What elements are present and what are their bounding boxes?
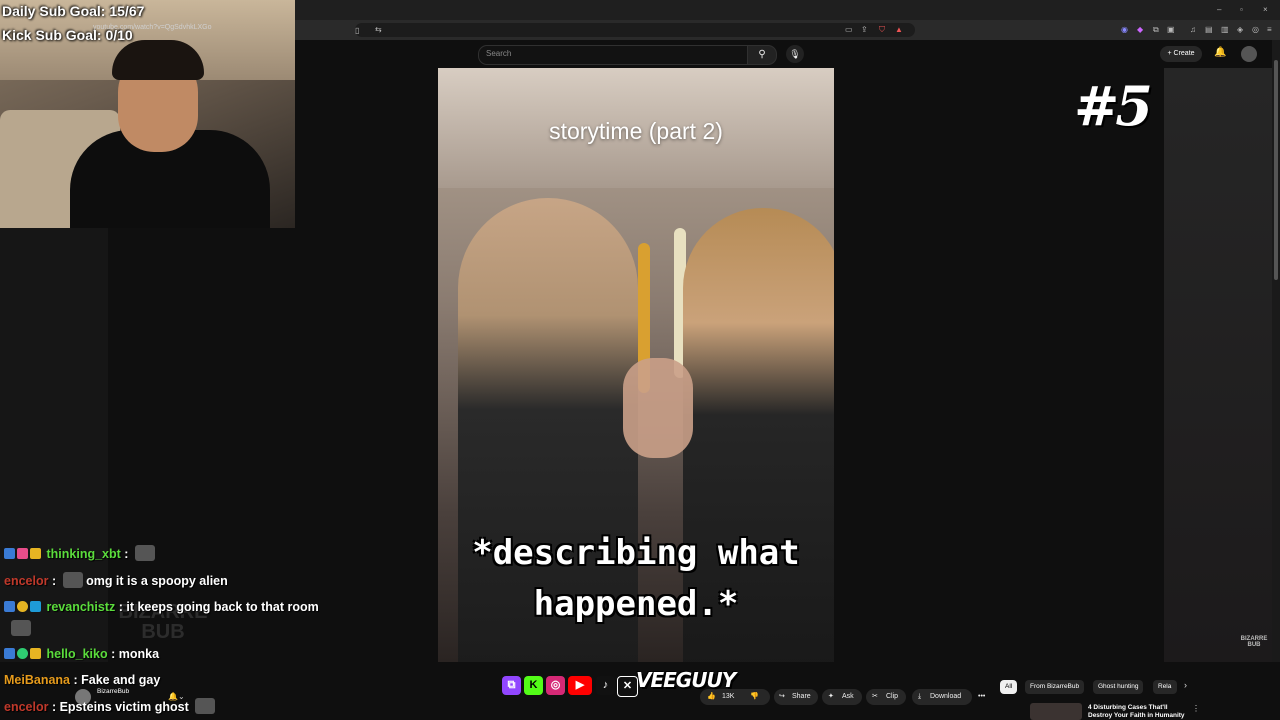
channel-watermark: BIZARRE BUB bbox=[1240, 636, 1268, 648]
brave-rewards-icon[interactable]: ▲ bbox=[895, 25, 903, 35]
twitch-icon: ⧉ bbox=[502, 676, 521, 695]
kick-icon: K bbox=[524, 676, 543, 695]
chat-message: encelor : omg it is a spoopy alien bbox=[4, 572, 228, 588]
url-text[interactable]: youtube.com/watch?v=QgSdvhkLXGo bbox=[93, 24, 211, 31]
share-icon: ↪ bbox=[779, 693, 785, 700]
chat-username[interactable]: revanchistz bbox=[46, 600, 115, 614]
sidebar-icon[interactable]: ▣ bbox=[1167, 25, 1175, 35]
bookmark-icon[interactable]: ▯ bbox=[355, 26, 359, 36]
chat-username[interactable]: encelor bbox=[4, 574, 48, 588]
window-titlebar: – ▫ × bbox=[295, 0, 1280, 20]
mic-icon[interactable]: 🎙 bbox=[786, 45, 804, 63]
youtube-icon: ▶ bbox=[568, 676, 592, 695]
vpn-icon[interactable]: ◎ bbox=[1252, 25, 1259, 35]
address-bar[interactable] bbox=[355, 23, 915, 37]
close-icon[interactable]: × bbox=[1263, 5, 1268, 15]
ranking-badge: #5 bbox=[1074, 74, 1153, 138]
search-placeholder: Search bbox=[486, 49, 512, 58]
chat-message: MeiBanana : Fake and gay bbox=[4, 673, 161, 687]
scroll-thumb[interactable] bbox=[1274, 60, 1278, 280]
share-label: Share bbox=[792, 693, 811, 700]
reader-icon[interactable]: ▥ bbox=[1221, 25, 1229, 35]
recommended-title[interactable]: 4 Disturbing Cases That'll Destroy Your … bbox=[1088, 704, 1188, 720]
brave-shield-icon[interactable]: ⛉ bbox=[879, 25, 885, 35]
chat-username[interactable]: encelor bbox=[4, 700, 48, 714]
instagram-icon: ◎ bbox=[546, 676, 565, 695]
chat-message: thinking_xbt : bbox=[4, 545, 155, 561]
chat-username[interactable]: MeiBanana bbox=[4, 673, 70, 687]
video-caption: *describing what happened.* bbox=[472, 533, 800, 624]
search-input[interactable] bbox=[478, 45, 748, 65]
chip-all[interactable]: All bbox=[1000, 680, 1018, 694]
media-icon[interactable]: ♫ bbox=[1190, 25, 1196, 35]
chip-related[interactable]: Rela bbox=[1153, 680, 1177, 694]
chat-message: revanchistz : it keeps going back to tha… bbox=[4, 599, 319, 615]
streamer-logo: VEEGUUY bbox=[636, 668, 736, 692]
ask-icon: ✦ bbox=[828, 693, 834, 700]
channel-name[interactable]: BizarreBub bbox=[97, 688, 129, 695]
chat-emote bbox=[11, 620, 31, 636]
extension-icon[interactable]: ◉ bbox=[1121, 25, 1128, 35]
like-count: 13K bbox=[722, 693, 735, 700]
bell-icon[interactable]: 🔔 bbox=[1214, 47, 1226, 58]
chat-text: monka bbox=[118, 647, 160, 661]
clip-icon: ✂ bbox=[872, 693, 878, 700]
wallet-icon[interactable]: ◈ bbox=[1237, 25, 1243, 35]
tiktok-icon: ♪ bbox=[596, 676, 615, 695]
chat-emote bbox=[62, 572, 83, 588]
panel-icon[interactable]: ▤ bbox=[1205, 25, 1213, 35]
ask-label: Ask bbox=[842, 693, 854, 700]
address-bar-row: ▯ ⇆ ▭ ⇪ ⛉ ▲ ◉ ◆ ⧉ ▣ ♫ ▤ ▥ ◈ ◎ ≡ bbox=[295, 20, 1280, 40]
page-action-icon[interactable]: ▭ bbox=[845, 25, 853, 35]
recommended-thumbnail[interactable] bbox=[1030, 703, 1082, 720]
right-background-strip bbox=[1164, 68, 1272, 662]
chat-text: omg it is a spoopy alien bbox=[86, 574, 228, 588]
minimize-icon[interactable]: – bbox=[1217, 5, 1221, 15]
chip-ghost-hunting[interactable]: Ghost hunting bbox=[1093, 680, 1144, 694]
chip-from-channel[interactable]: From BizarreBub bbox=[1025, 680, 1085, 694]
account-avatar[interactable] bbox=[1241, 46, 1257, 62]
chat-emote bbox=[134, 545, 155, 561]
search-icon[interactable]: ⚲ bbox=[747, 45, 777, 65]
extension-icon-2[interactable]: ◆ bbox=[1137, 25, 1143, 35]
video-overlay-title: storytime (part 2) bbox=[549, 118, 723, 144]
site-info-icon[interactable]: ⇆ bbox=[375, 25, 382, 35]
more-vert-icon[interactable]: ⋮ bbox=[1192, 704, 1200, 713]
chat-message: encelor : Epsteins victim ghost bbox=[4, 698, 216, 714]
menu-icon[interactable]: ≡ bbox=[1267, 25, 1272, 35]
chat-text: Fake and gay bbox=[81, 673, 161, 687]
chat-message: hello_kiko : monka bbox=[4, 646, 159, 662]
chat-username[interactable]: hello_kiko bbox=[46, 647, 107, 661]
extensions-icon[interactable]: ⧉ bbox=[1153, 25, 1159, 35]
like-icon: 👍 bbox=[707, 693, 716, 700]
restore-icon[interactable]: ▫ bbox=[1240, 5, 1243, 15]
daily-sub-goal: Daily Sub Goal: 15/67 bbox=[2, 3, 145, 19]
clip-label: Clip bbox=[886, 693, 899, 700]
x-icon: ✕ bbox=[617, 676, 638, 697]
download-icon: ⤓ bbox=[918, 693, 922, 700]
download-label: Download bbox=[930, 693, 962, 700]
chat-text: it keeps going back to that room bbox=[126, 600, 319, 614]
create-button[interactable]: + Create bbox=[1160, 46, 1202, 62]
create-label: Create bbox=[1173, 50, 1195, 57]
chat-text: Epsteins victim ghost bbox=[59, 700, 189, 714]
chevron-right-icon[interactable]: › bbox=[1184, 680, 1187, 690]
dislike-icon[interactable]: 👎 bbox=[750, 691, 759, 703]
chat-username[interactable]: thinking_xbt bbox=[46, 547, 120, 561]
share-page-icon[interactable]: ⇪ bbox=[861, 25, 868, 35]
chat-emote bbox=[195, 698, 216, 714]
more-icon[interactable]: ••• bbox=[978, 691, 985, 703]
